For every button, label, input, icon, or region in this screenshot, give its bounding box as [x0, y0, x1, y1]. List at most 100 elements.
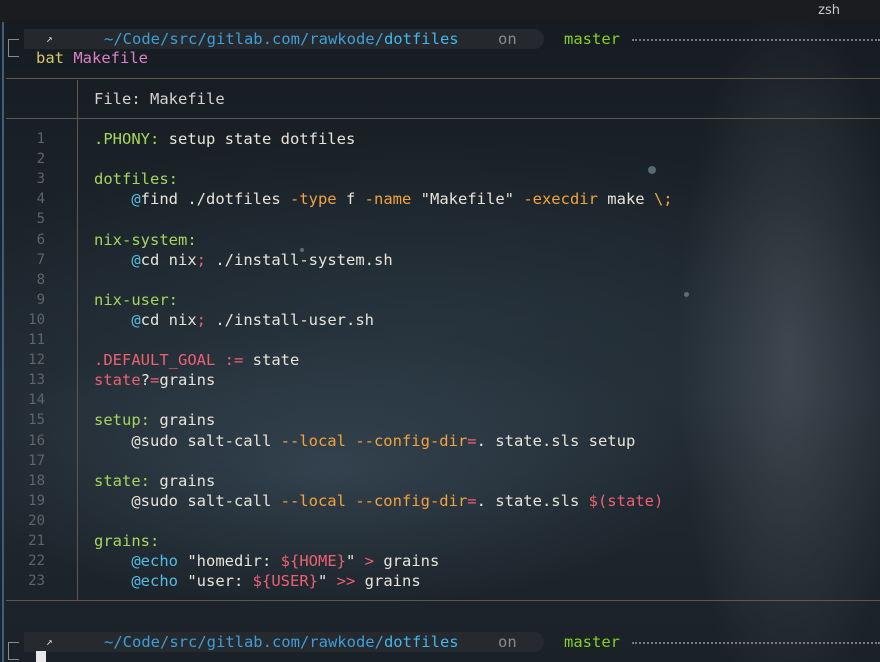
code-token: ./install-system.sh	[206, 250, 393, 269]
code-token: . state.sls	[476, 491, 589, 510]
code-token: cd nix	[140, 250, 197, 269]
code-token: ./install-user.sh	[206, 310, 374, 329]
code-token: @	[131, 190, 141, 209]
code-token: :=	[224, 351, 244, 370]
code-token: --config-dir	[355, 431, 468, 450]
code-line: @echo "homedir: ${HOME}" > grains	[94, 552, 439, 570]
line-number: 6	[36, 231, 45, 248]
window-titlebar: zsh	[0, 0, 880, 22]
line-number: 13	[28, 372, 45, 389]
code-token: -type	[289, 190, 337, 209]
file-header: File: Makefile	[94, 90, 225, 108]
code-line: @sudo salt-call --local --config-dir=. s…	[94, 432, 635, 450]
code-token: "	[345, 552, 365, 571]
code-line: @cd nix; ./install-user.sh	[94, 311, 374, 329]
prompt-path: ~/Code/src/gitlab.com/rawkode/dotfiles	[104, 633, 459, 651]
code-token: "Makefile"	[411, 190, 524, 209]
line-number: 20	[28, 512, 45, 529]
code-token: @	[131, 310, 141, 329]
code-token: find ./dotfiles	[140, 190, 290, 209]
code-line: state: grains	[94, 472, 215, 490]
line-number: 17	[28, 452, 45, 469]
prompt-on: on	[498, 30, 517, 48]
background-star	[684, 292, 689, 297]
prompt-arrow-icon: ↗	[46, 32, 53, 45]
code-token: -name	[364, 190, 412, 209]
line-number: 8	[36, 271, 45, 288]
code-token: nix-system:	[94, 230, 197, 249]
command-line: bat Makefile	[36, 49, 148, 67]
code-token: cd nix	[140, 310, 197, 329]
code-token: =	[150, 371, 160, 390]
prompt-branch: master	[564, 633, 620, 651]
code-token: state	[243, 351, 300, 370]
code-token: setup:	[94, 411, 150, 430]
line-number: 19	[28, 492, 45, 509]
prompt-filler	[632, 39, 880, 41]
line-number: 2	[36, 151, 45, 168]
prompt-arrow-icon: ↗	[46, 635, 53, 648]
line-number: 3	[36, 171, 45, 188]
line-number: 4	[36, 191, 45, 208]
prompt-on: on	[498, 633, 517, 651]
code-token: state	[94, 371, 141, 390]
code-token: @echo	[131, 552, 178, 571]
code-token: =	[467, 491, 477, 510]
background-star	[648, 166, 656, 174]
prompt-path-prefix: ~/Code/src/gitlab.com/rawkode/	[104, 633, 384, 651]
line-number: 18	[28, 472, 45, 489]
prompt-path: ~/Code/src/gitlab.com/rawkode/dotfiles	[104, 30, 459, 48]
code-token: @sudo salt-call	[94, 431, 281, 450]
line-number: 14	[28, 392, 45, 409]
code-token: @sudo salt-call	[94, 491, 281, 510]
prompt-branch: master	[564, 30, 620, 48]
tab-title[interactable]: zsh	[818, 3, 840, 18]
pane-border	[2, 22, 4, 662]
code-token: nix-user:	[94, 290, 178, 309]
code-line: @echo "user: ${USER}" >> grains	[94, 572, 421, 591]
code-token: f	[336, 190, 365, 209]
code-token: grains:	[94, 532, 160, 550]
code-token: \;	[653, 190, 673, 209]
code-token: state:	[94, 471, 150, 490]
code-token: ?	[140, 371, 151, 390]
code-line: @sudo salt-call --local --config-dir=. s…	[94, 492, 663, 510]
code-line: setup: grains	[94, 411, 215, 429]
command-program: bat	[36, 49, 64, 67]
prompt-path-prefix: ~/Code/src/gitlab.com/rawkode/	[104, 30, 384, 48]
code-line: nix-system:	[94, 231, 197, 249]
line-number: 23	[28, 573, 45, 590]
code-token: grains	[355, 572, 421, 591]
code-token: -execdir	[523, 190, 598, 209]
code-line: state?=grains	[94, 371, 215, 389]
line-number: 1	[36, 131, 45, 147]
code-token: --local	[280, 491, 346, 510]
code-token: make	[597, 190, 654, 209]
line-number: 5	[36, 211, 45, 228]
code-token: dotfiles:	[94, 170, 178, 189]
line-number: 16	[28, 432, 45, 449]
code-token: "	[317, 572, 337, 591]
line-number: 15	[28, 412, 45, 429]
code-token: .DEFAULT_GOAL	[94, 351, 216, 370]
prompt-path-dir: dotfiles	[383, 633, 459, 651]
code-token: ;	[196, 310, 207, 329]
code-token: ${USER}	[252, 572, 318, 591]
line-number: 22	[28, 553, 45, 570]
header-top-rule	[6, 78, 880, 79]
terminal-cursor[interactable]	[36, 651, 46, 662]
code-token: ;	[196, 250, 207, 269]
code-token: @	[131, 250, 141, 269]
line-number: 11	[28, 332, 45, 348]
prompt-line-top: ↗ ~/Code/src/gitlab.com/rawkode/dotfiles…	[0, 29, 880, 57]
code-line: nix-user:	[94, 291, 178, 309]
prompt-bracket	[8, 642, 19, 660]
code-token: @echo	[131, 572, 178, 591]
line-number: 12	[28, 352, 45, 369]
